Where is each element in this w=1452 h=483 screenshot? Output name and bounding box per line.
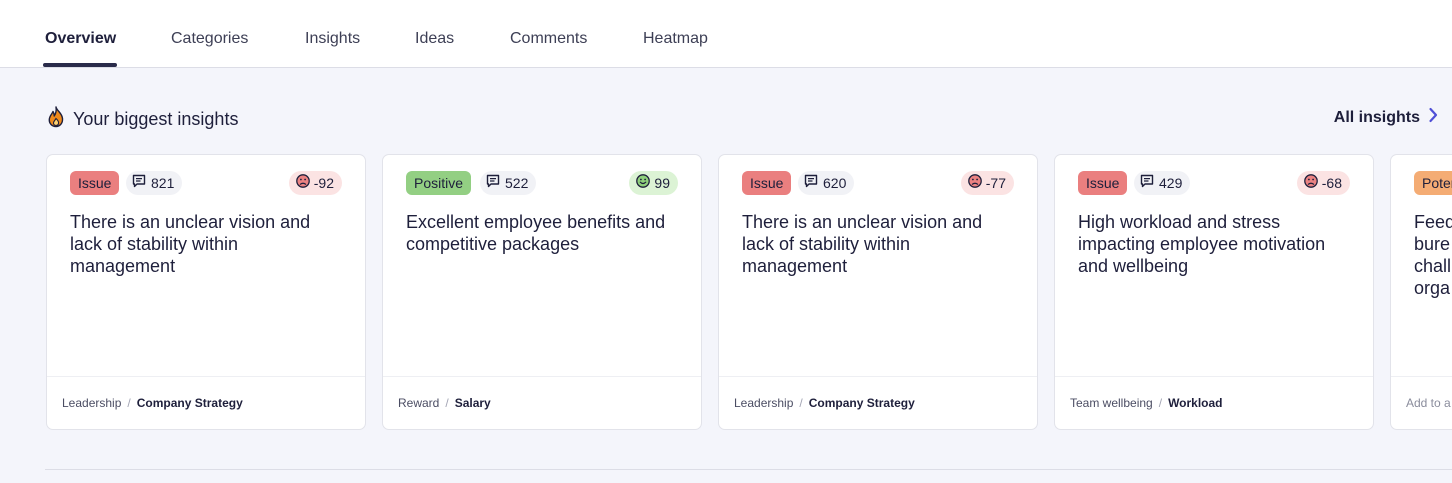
sentiment-score: 99	[654, 175, 670, 191]
section-header: Your biggest insights	[47, 105, 239, 133]
category-label: Reward	[398, 396, 440, 410]
tab-categories[interactable]: Categories	[171, 30, 248, 48]
subcategory-label: Company Strategy	[808, 396, 915, 410]
comment-count-pill: 620	[798, 171, 855, 195]
insight-title: Feed bure chall orga	[1414, 212, 1452, 298]
all-insights-label: All insights	[1333, 108, 1420, 126]
breadcrumb-separator: /	[1158, 396, 1163, 410]
comment-count: 821	[151, 175, 175, 191]
comment-icon	[486, 171, 505, 195]
flame-icon	[47, 105, 65, 133]
sentiment-score-pill: 99	[629, 171, 678, 195]
active-tab-indicator	[43, 63, 117, 67]
category-label: Team wellbeing	[1070, 396, 1153, 410]
category-label: Leadership	[62, 396, 122, 410]
sentiment-score-pill: -92	[288, 171, 342, 195]
insight-title: There is an unclear vision and lack of s…	[70, 212, 311, 276]
comment-icon	[132, 171, 151, 195]
insight-card[interactable]: Poter Feed bure chall orga Add to a	[1390, 154, 1452, 430]
insight-card[interactable]: Issue 821 -92 There is an unclear vision…	[46, 154, 366, 430]
tab-ideas[interactable]: Ideas	[415, 30, 454, 48]
sad-face-icon	[295, 171, 314, 195]
comment-icon	[1140, 171, 1159, 195]
insight-type-badge: Poter	[1414, 171, 1452, 195]
comment-icon	[804, 171, 823, 195]
insight-title: Excellent employee benefits and competit…	[406, 212, 666, 254]
all-insights-link[interactable]: All insights	[1334, 107, 1438, 128]
insight-card[interactable]: Issue 620 -77 There is an unclear vision…	[718, 154, 1038, 430]
add-category-label: Add to a	[1406, 396, 1451, 410]
insight-category-path: Leadership / Company Strategy	[719, 376, 1037, 429]
insight-title: There is an unclear vision and lack of s…	[742, 212, 983, 276]
sentiment-score: -77	[985, 175, 1006, 191]
sentiment-score-pill: -77	[960, 171, 1014, 195]
subcategory-label: Salary	[454, 396, 491, 410]
insight-category-path: Leadership / Company Strategy	[47, 376, 365, 429]
tab-overview[interactable]: Overview	[45, 30, 116, 48]
sentiment-score-pill: -68	[1296, 171, 1350, 195]
category-label: Leadership	[734, 396, 794, 410]
sentiment-score: -92	[313, 175, 334, 191]
happy-face-icon	[636, 171, 654, 195]
sad-face-icon	[967, 171, 986, 195]
subcategory-label: Workload	[1168, 396, 1223, 410]
insight-type-badge: Issue	[70, 171, 120, 195]
insight-title: High workload and stress impacting emplo…	[1078, 212, 1326, 276]
section-divider	[45, 469, 1452, 470]
breadcrumb-separator: /	[445, 396, 449, 410]
comment-count-pill: 429	[1134, 171, 1191, 195]
tab-bar: Overview Categories Insights Ideas Comme…	[0, 0, 1452, 68]
insight-card[interactable]: Positive 522 99 Excellent employee benef…	[382, 154, 702, 430]
section-title: Your biggest insights	[73, 108, 239, 129]
sentiment-score: -68	[1321, 175, 1342, 191]
tab-insights[interactable]: Insights	[305, 30, 360, 48]
insight-type-badge: Positive	[406, 171, 472, 195]
chevron-right-icon	[1420, 107, 1438, 128]
insight-type-badge: Issue	[1078, 171, 1128, 195]
breadcrumb-separator: /	[799, 396, 803, 410]
comment-count-pill: 522	[480, 171, 537, 195]
comment-count: 522	[505, 175, 529, 191]
comment-count: 429	[1159, 175, 1183, 191]
insight-add-category: Add to a	[1391, 376, 1452, 429]
breadcrumb-separator: /	[127, 396, 131, 410]
insight-category-path: Team wellbeing / Workload	[1055, 376, 1373, 429]
sad-face-icon	[1303, 171, 1322, 195]
tab-heatmap[interactable]: Heatmap	[643, 30, 708, 48]
comment-count: 620	[823, 175, 847, 191]
insight-card[interactable]: Issue 429 -68 High workload and stress i…	[1054, 154, 1374, 430]
subcategory-label: Company Strategy	[136, 396, 243, 410]
tab-comments[interactable]: Comments	[510, 30, 587, 48]
insight-type-badge: Issue	[742, 171, 792, 195]
comment-count-pill: 821	[126, 171, 183, 195]
insight-category-path: Reward / Salary	[383, 376, 701, 429]
